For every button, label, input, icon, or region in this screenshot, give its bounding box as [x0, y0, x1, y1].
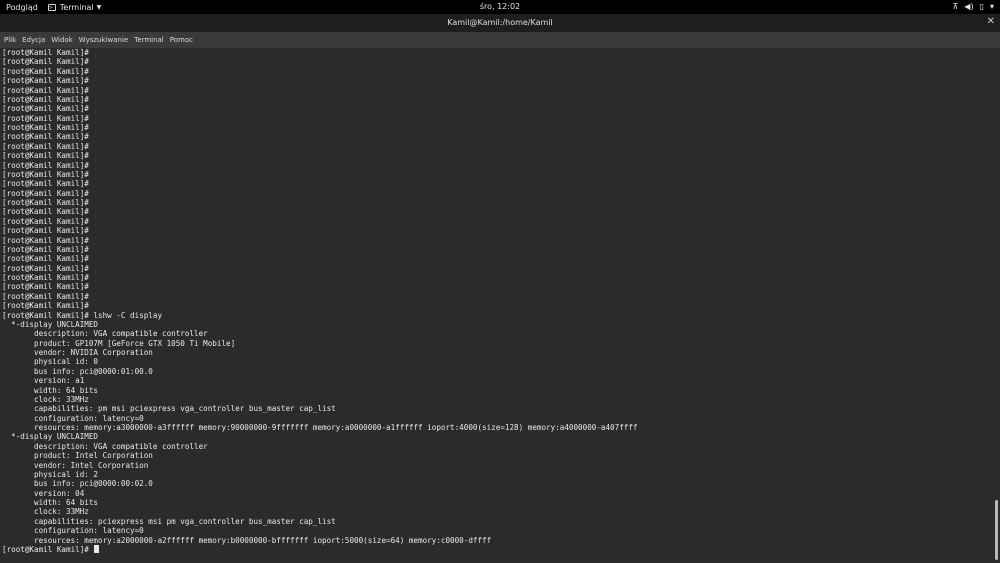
terminal-line: [root@Kamil Kamil]# [2, 216, 89, 226]
terminal-prompt: [root@Kamil Kamil]# [2, 544, 94, 554]
menu-item-widok[interactable]: Widok [48, 36, 76, 44]
app-menu-label: Terminal [59, 2, 94, 12]
terminal-line: width: 64 bits [2, 498, 99, 507]
terminal-line: physical id: 0 [2, 357, 99, 367]
terminal-line: [root@Kamil Kamil]# [2, 301, 89, 311]
terminal-line: [root@Kamil Kamil]# [2, 226, 89, 236]
terminal-line: [root@Kamil Kamil]# [2, 207, 89, 217]
terminal-line: [root@Kamil Kamil]# [2, 291, 89, 301]
terminal-line: [root@Kamil Kamil]# [2, 57, 89, 67]
menu-item-pomoc[interactable]: Pomoc [167, 36, 196, 44]
terminal-line: vendor: Intel Corporation [2, 460, 149, 470]
terminal-line: [root@Kamil Kamil]# [2, 169, 89, 179]
terminal-line: [root@Kamil Kamil]# [2, 160, 89, 170]
terminal-line: resources: memory:a3000000-a3ffffff memo… [2, 423, 638, 432]
terminal-line: description: VGA compatible controller [2, 441, 208, 451]
scrollbar-thumb[interactable] [995, 500, 998, 560]
terminal-line: *-display UNCLAIMED [2, 319, 99, 329]
terminal-line: [root@Kamil Kamil]# [2, 85, 89, 95]
top-panel: Podgląd >_ Terminal ▼ śro, 12:02 ⊼ ◀) ▯ … [0, 0, 1000, 14]
menu-item-wyszukiwanie[interactable]: Wyszukiwanie [76, 36, 131, 44]
terminal-line: clock: 33MHz [2, 507, 89, 517]
activities-button[interactable]: Podgląd [6, 3, 38, 12]
system-tray[interactable]: ⊼ ◀) ▯ ▾ [952, 2, 994, 11]
terminal-line: clock: 33MHz [2, 394, 89, 404]
chevron-down-icon: ▼ [96, 3, 102, 11]
terminal-line: product: GP107M [GeForce GTX 1050 Ti Mob… [2, 338, 236, 348]
terminal-line: capabilities: pciexpress msi pm vga_cont… [2, 516, 336, 526]
window-title: Kamil@Kamil:/home/Kamil [447, 18, 553, 27]
menu-item-terminal[interactable]: Terminal [131, 36, 167, 44]
terminal-line: [root@Kamil Kamil]# [2, 179, 89, 189]
terminal-line: physical id: 2 [2, 469, 99, 479]
terminal-line: bus info: pci@0000:00:02.0 [2, 479, 153, 489]
terminal-line: [root@Kamil Kamil]# [2, 151, 89, 161]
terminal-line: [root@Kamil Kamil]# [2, 123, 89, 132]
terminal-line: [root@Kamil Kamil]# [2, 113, 89, 123]
terminal-line: version: a1 [2, 376, 85, 386]
terminal-prompt-line[interactable]: [root@Kamil Kamil]# [2, 544, 992, 554]
app-menu[interactable]: >_ Terminal ▼ [47, 2, 102, 12]
terminal-line: vendor: NVIDIA Corporation [2, 348, 153, 357]
terminal-scrollbar[interactable] [992, 48, 1000, 563]
terminal-line: [root@Kamil Kamil]# [2, 66, 89, 76]
network-icon[interactable]: ⊼ [952, 2, 958, 11]
window-titlebar[interactable]: Kamil@Kamil:/home/Kamil ✕ [0, 14, 1000, 32]
terminal-line: [root@Kamil Kamil]# [2, 198, 89, 207]
terminal-line: configuration: latency=0 [2, 413, 144, 423]
terminal-line: [root@Kamil Kamil]# [2, 104, 89, 114]
terminal-app-icon: >_ [47, 3, 56, 11]
close-icon[interactable]: ✕ [987, 17, 995, 27]
terminal-line: [root@Kamil Kamil]# [2, 273, 89, 282]
terminal-line: [root@Kamil Kamil]# [2, 141, 89, 151]
power-menu-icon[interactable]: ▾ [990, 2, 994, 11]
text-cursor [94, 544, 100, 553]
terminal-line: [root@Kamil Kamil]# [2, 48, 89, 57]
terminal-output[interactable]: [root@Kamil Kamil]# [root@Kamil Kamil]# [r… [0, 48, 992, 563]
terminal-line: version: 04 [2, 488, 85, 498]
battery-icon[interactable]: ▯ [980, 2, 984, 11]
terminal-line: [root@Kamil Kamil]# [2, 254, 89, 264]
terminal-line: [root@Kamil Kamil]# [2, 94, 89, 104]
terminal-line: [root@Kamil Kamil]# [2, 244, 89, 254]
terminal-line: product: Intel Corporation [2, 451, 153, 461]
terminal-line: [root@Kamil Kamil]# lshw -C display [2, 310, 163, 320]
menu-item-plik[interactable]: Plik [0, 36, 19, 44]
clock-wrapper: śro, 12:02 [0, 2, 1000, 11]
terminal-line: [root@Kamil Kamil]# [2, 132, 89, 142]
terminal-line: [root@Kamil Kamil]# [2, 282, 89, 292]
terminal-line: *-display UNCLAIMED [2, 432, 99, 442]
menu-item-edycja[interactable]: Edycja [19, 36, 48, 44]
terminal-line: resources: memory:a2000000-a2ffffff memo… [2, 535, 492, 545]
terminal-line: width: 64 bits [2, 385, 99, 395]
terminal-line: description: VGA compatible controller [2, 329, 208, 339]
volume-icon[interactable]: ◀) [964, 2, 973, 11]
menu-bar: Plik Edycja Widok Wyszukiwanie Terminal Pomoc [0, 32, 1000, 49]
terminal-line: bus info: pci@0000:01:00.0 [2, 366, 153, 376]
terminal-line: capabilities: pm msi pciexpress vga_cont… [2, 404, 336, 414]
terminal-line: [root@Kamil Kamil]# [2, 76, 89, 86]
terminal-line: configuration: latency=0 [2, 526, 144, 536]
terminal-line: [root@Kamil Kamil]# [2, 188, 89, 198]
terminal-line: [root@Kamil Kamil]# [2, 235, 89, 245]
terminal-line: [root@Kamil Kamil]# [2, 263, 89, 273]
clock[interactable]: śro, 12:02 [480, 2, 520, 11]
